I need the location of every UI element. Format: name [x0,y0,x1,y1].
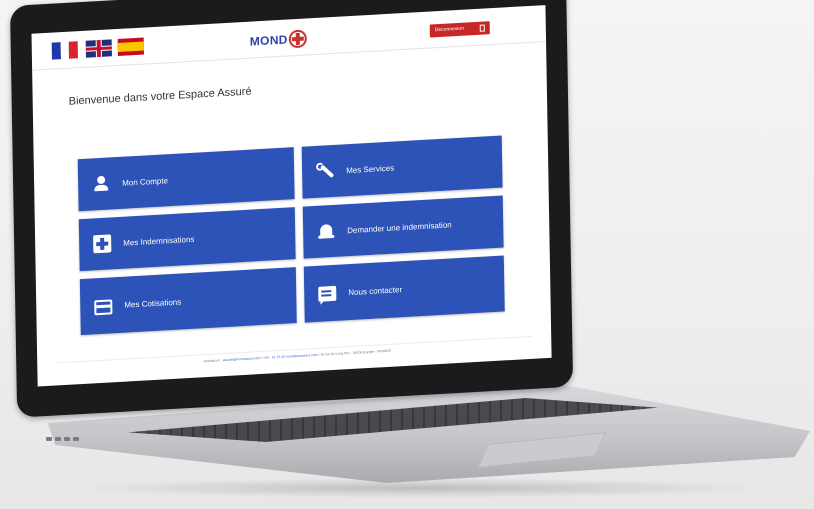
tile-mon-compte[interactable]: Mon Compte [77,147,295,212]
tile-label: Mon Compte [122,175,169,188]
logout-icon [479,24,485,32]
tile-mes-services[interactable]: Mes Services [301,135,503,199]
tile-mes-cotisations[interactable]: Mes Cotisations [79,267,297,336]
logo-text: MOND [249,32,288,49]
footer-divider [57,335,532,364]
logo-cross-icon [288,29,307,49]
tile-label: Mes Services [346,163,395,175]
page-title: Bienvenue dans votre Espace Assuré [68,85,252,108]
tile-mes-indemnisations[interactable]: Mes Indemnisations [78,207,296,272]
logout-label: Déconnexion [434,25,465,34]
footer-prefix: Assistance : [203,358,222,364]
tile-demander-indemnisation[interactable]: Demander une indemnisation [302,195,504,259]
site-footer: Assistance : assure@mondassur.com / +33 … [77,342,517,371]
laptop-lid: MOND Déconnexion Bienvenue dans votre Es… [10,0,574,418]
site-logo[interactable]: MOND [250,28,307,51]
french-flag-icon[interactable] [51,41,78,60]
spanish-flag-icon[interactable] [117,37,144,56]
wrench-icon [316,162,334,181]
logout-button[interactable]: Déconnexion [429,21,490,38]
bell-icon [317,222,335,241]
uk-flag-icon[interactable] [85,39,112,58]
chat-icon [318,285,337,302]
screen: MOND Déconnexion Bienvenue dans votre Es… [31,5,552,387]
tile-label: Mes Indemnisations [123,234,195,248]
tile-label: Nous contacter [348,284,403,297]
site-header: MOND Déconnexion [31,5,547,71]
laptop-shadow [70,478,770,498]
tile-label: Demander une indemnisation [347,219,452,235]
laptop-mockup: MOND Déconnexion Bienvenue dans votre Es… [0,0,814,509]
footer-contact-link[interactable]: assure@mondassur.com / +33 · 01 23 45 mo… [223,353,318,362]
footer-address: / 70 rue du Long Prix · 69100 Europe · F… [318,348,392,357]
tile-label: Mes Cotisations [124,296,182,310]
user-icon [92,174,110,193]
laptop-ports [46,428,96,441]
tile-nous-contacter[interactable]: Nous contacter [303,255,505,323]
card-icon [94,298,113,315]
medkit-icon [93,234,112,254]
